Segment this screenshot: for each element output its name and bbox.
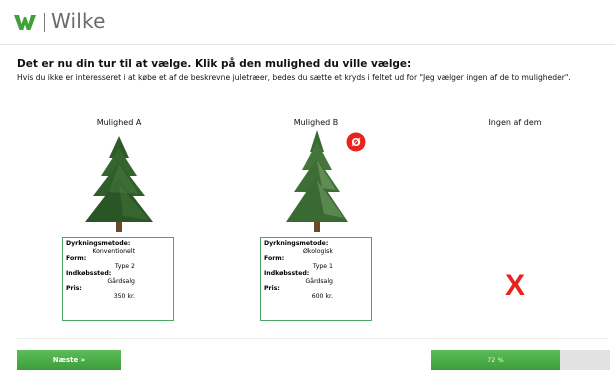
option-a-label-form: Form:: [66, 255, 87, 262]
option-a-label-price: Pris:: [66, 285, 82, 292]
none-option-select[interactable]: X: [495, 266, 535, 306]
question-heading: Det er nu din tur til at vælge. Klik på …: [17, 58, 412, 70]
option-b-tree-image[interactable]: [282, 130, 352, 234]
option-b-value-method: Økologisk: [303, 247, 333, 255]
option-b-value-price: 600 kr.: [311, 292, 333, 300]
footer-divider: [17, 338, 608, 339]
option-b-info-box[interactable]: Dyrkningsmetode: Økologisk Form: Type 1 …: [260, 237, 372, 321]
question-instructions: Hvis du ikke er interesseret i at købe e…: [17, 73, 571, 82]
brand-name: Wilke: [51, 9, 106, 33]
option-b-label-price: Pris:: [264, 285, 280, 292]
option-a-label-method: Dyrkningsmetode:: [66, 240, 131, 247]
progress-bar: 72 %: [431, 350, 610, 370]
svg-text:Ø: Ø: [351, 136, 361, 149]
option-b-value-form: Type 1: [312, 262, 333, 270]
option-a-label-place: Indkøbssted:: [66, 270, 112, 277]
option-a-tree-image[interactable]: [79, 134, 159, 234]
wilke-logo-icon: [14, 15, 36, 30]
option-a-value-place: Gårdsalg: [107, 277, 135, 285]
close-x-icon: X: [504, 269, 525, 302]
progress-label: 72 %: [487, 356, 504, 364]
none-option-title: Ingen af dem: [488, 118, 542, 127]
option-b-label-method: Dyrkningsmetode:: [264, 240, 329, 247]
option-a-info-box[interactable]: Dyrkningsmetode: Konventionelt Form: Typ…: [62, 237, 174, 321]
option-b-value-place: Gårdsalg: [305, 277, 333, 285]
option-b-label-form: Form:: [264, 255, 285, 262]
site-header: Wilke: [0, 0, 615, 45]
option-b-title: Mulighed B: [293, 118, 339, 127]
next-button[interactable]: Næste »: [17, 350, 121, 370]
option-b-label-place: Indkøbssted:: [264, 270, 310, 277]
logo-divider: [44, 13, 45, 32]
option-a-title: Mulighed A: [96, 118, 142, 127]
option-a-value-method: Konventionelt: [92, 247, 135, 255]
option-a-value-price: 350 kr.: [113, 292, 135, 300]
option-a-value-form: Type 2: [114, 262, 135, 270]
